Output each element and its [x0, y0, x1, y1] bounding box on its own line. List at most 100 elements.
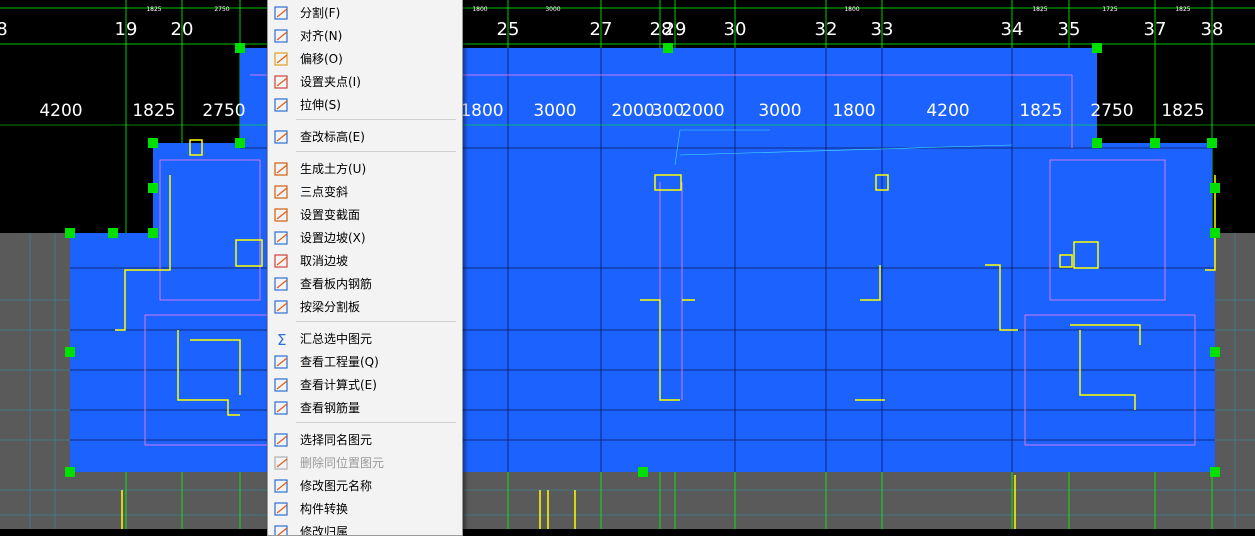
view-slab-rebar-icon: [274, 276, 290, 292]
menu-item[interactable]: 对齐(N): [268, 25, 462, 47]
menu-separator: [296, 151, 456, 152]
grip: [235, 138, 245, 148]
axis-label: 38: [1201, 19, 1224, 40]
context-menu: 分割(F) 对齐(N) 偏移(O) 设置夹点(I) 拉伸(S) 查改标高(E) 生成土方(U…: [267, 0, 463, 536]
menu-item[interactable]: 删除同位置图元: [268, 452, 462, 474]
menu-item[interactable]: Σ 汇总选中图元: [268, 328, 462, 350]
menu-separator: [296, 119, 456, 120]
axis-label: 27: [590, 19, 613, 40]
axis-label: 34: [1001, 19, 1024, 40]
menu-item[interactable]: 查看工程量(Q): [268, 351, 462, 373]
menu-item[interactable]: 三点变斜: [268, 181, 462, 203]
grip: [148, 228, 158, 238]
menu-item-label: 取消边坡: [300, 254, 349, 268]
menu-item[interactable]: 设置边坡(X): [268, 227, 462, 249]
grip: [1092, 43, 1102, 53]
menu-item-label: 修改图元名称: [300, 479, 373, 493]
dimension-label: 1800: [844, 6, 859, 13]
menu-item-label: 设置变截面: [300, 208, 361, 222]
grip: [1210, 347, 1220, 357]
three-point-slope-icon: [274, 184, 290, 200]
cad-drawing-canvas[interactable]: 8 19 20 25 27 28 29 30 32 33 34 35 37 38…: [0, 0, 1255, 529]
view-quantity-icon: [274, 354, 290, 370]
menu-separator: [296, 321, 456, 322]
grip: [65, 467, 75, 477]
menu-item[interactable]: 设置夹点(I): [268, 71, 462, 93]
menu-item[interactable]: 偏移(O): [268, 48, 462, 70]
menu-item-label: 查看钢筋量: [300, 401, 361, 415]
select-same-name-icon: [274, 432, 290, 448]
axis-label: 29: [664, 19, 687, 40]
dimension-label: 3000: [545, 6, 560, 13]
dimension-label: 1825: [146, 6, 161, 13]
dimension-label: 1800: [832, 101, 875, 121]
axis-label: 8: [0, 19, 8, 40]
dimension-label: 3000: [758, 101, 801, 121]
sigma-icon: Σ: [274, 331, 290, 349]
menu-item-label: 修改归属: [300, 525, 349, 536]
menu-item-label: 删除同位置图元: [300, 456, 385, 470]
dimension-label: 1725: [1102, 6, 1117, 13]
convert-component-icon: [274, 501, 290, 517]
grip: [638, 467, 648, 477]
menu-item[interactable]: 设置变截面: [268, 204, 462, 226]
elevation-icon: [274, 129, 290, 145]
menu-item-label: 查看工程量(Q): [300, 355, 379, 369]
grip: [1210, 183, 1220, 193]
axis-label: 33: [871, 19, 894, 40]
dimension-label: 2000: [611, 101, 654, 121]
dimension-label: 4200: [926, 101, 969, 121]
dimension-label: 1825: [1161, 101, 1204, 121]
dimension-label: 2000: [681, 101, 724, 121]
axis-label: 30: [724, 19, 747, 40]
menu-separator: [296, 422, 456, 423]
dimension-label: 1800: [472, 6, 487, 13]
grip: [1210, 467, 1220, 477]
dimension-label: 1825: [1175, 6, 1190, 13]
menu-item[interactable]: 查看钢筋量: [268, 397, 462, 419]
menu-item-label: 构件转换: [300, 502, 349, 516]
delete-same-position-icon: [274, 455, 290, 471]
menu-item-label: 对齐(N): [300, 29, 343, 43]
menu-item-label: 汇总选中图元: [300, 332, 373, 346]
align-icon: [274, 28, 290, 44]
menu-item-label: 按梁分割板: [300, 300, 361, 314]
earthwork-icon: [274, 161, 290, 177]
menu-item[interactable]: 取消边坡: [268, 250, 462, 272]
menu-item-label: 查改标高(E): [300, 130, 365, 144]
menu-item[interactable]: 构件转换: [268, 498, 462, 520]
dimension-label: 1800: [460, 101, 503, 121]
view-rebar-quantity-icon: [274, 400, 290, 416]
axis-labels: 8 19 20 25 27 28 29 30 32 33 34 35 37 38: [0, 19, 1223, 40]
menu-item[interactable]: 按梁分割板: [268, 296, 462, 318]
dimension-label: 1825: [132, 101, 175, 121]
axis-label: 37: [1144, 19, 1167, 40]
menu-item[interactable]: 查看计算式(E): [268, 374, 462, 396]
menu-item[interactable]: 查看板内钢筋: [268, 273, 462, 295]
menu-item-label: 三点变斜: [300, 185, 349, 199]
menu-item[interactable]: 修改图元名称: [268, 475, 462, 497]
dimension-label: 2750: [202, 101, 245, 121]
menu-item-label: 查看板内钢筋: [300, 277, 373, 291]
dimension-label: 4200: [39, 101, 82, 121]
menu-item-label: 查看计算式(E): [300, 378, 377, 392]
grip: [235, 43, 245, 53]
grip: [148, 138, 158, 148]
menu-item[interactable]: 查改标高(E): [268, 126, 462, 148]
view-formula-icon: [274, 377, 290, 393]
dimension-label: 1825: [1019, 101, 1062, 121]
menu-item[interactable]: 拉伸(S): [268, 94, 462, 116]
menu-item-label: 设置边坡(X): [300, 231, 366, 245]
grip: [148, 183, 158, 193]
grip: [663, 43, 673, 53]
stretch-icon: [274, 97, 290, 113]
set-grip-icon: [274, 74, 290, 90]
grip: [1207, 138, 1217, 148]
grip: [65, 347, 75, 357]
split-icon: [274, 5, 290, 21]
svg-text:Σ: Σ: [277, 331, 286, 347]
grip: [1150, 138, 1160, 148]
menu-item[interactable]: 分割(F): [268, 2, 462, 24]
menu-item[interactable]: 生成土方(U): [268, 158, 462, 180]
menu-item[interactable]: 选择同名图元: [268, 429, 462, 451]
